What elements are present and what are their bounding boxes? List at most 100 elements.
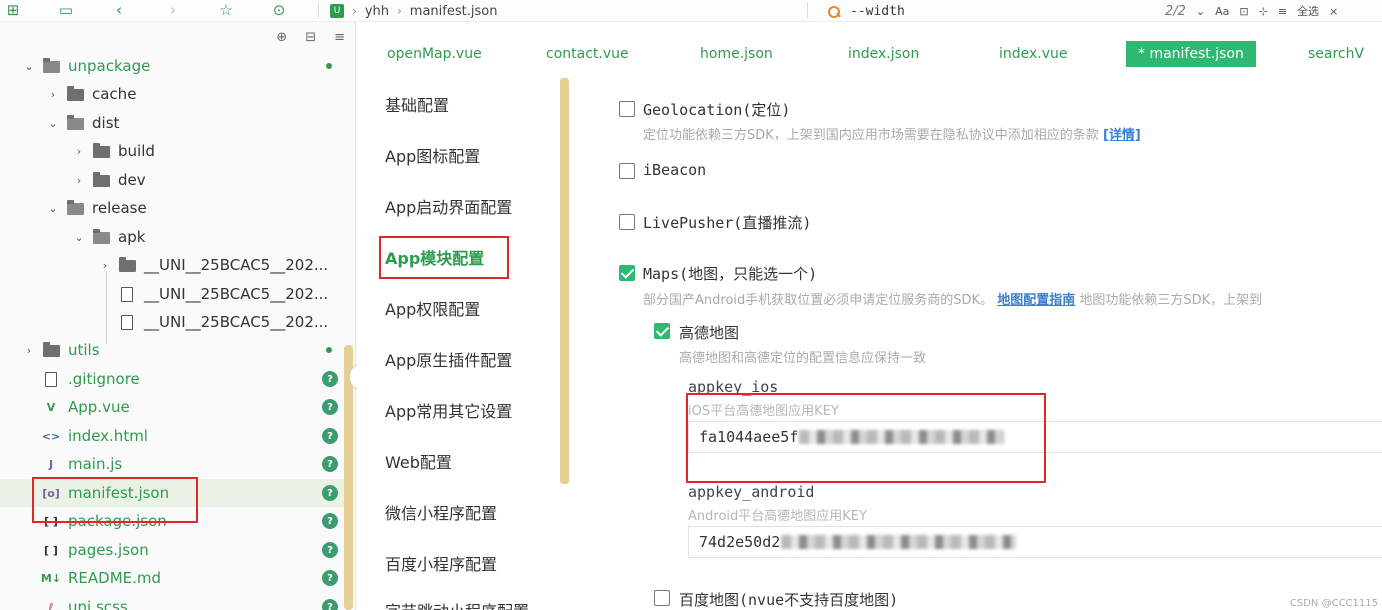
save-icon[interactable]: ▭ <box>55 0 77 20</box>
tree-file-gitignore[interactable]: .gitignore ? <box>0 365 350 393</box>
tree-file-uni-scss[interactable]: ℓ uni.scss ? <box>0 593 350 610</box>
locate-icon[interactable]: ⊕ <box>276 30 287 45</box>
breadcrumb: U › yhh › manifest.json <box>330 2 497 20</box>
tree-folder-release[interactable]: ⌄ release <box>0 194 350 222</box>
tree-file-readme[interactable]: M↓ README.md ? <box>0 564 350 592</box>
geolocation-desc-text: 定位功能依赖三方SDK，上架到国内应用市场需要在隐私协议中添加相应的条款 <box>643 128 1099 143</box>
chevron-down-icon[interactable]: ⌄ <box>22 60 36 73</box>
tab-searchv[interactable]: searchV <box>1308 41 1364 67</box>
tree-file-pages-json[interactable]: [ ] pages.json ? <box>0 536 350 564</box>
nav-toutiao-mp-config[interactable]: 字节跳动小程序配置 <box>385 595 529 610</box>
regex-icon[interactable]: ⊡ <box>1239 5 1248 18</box>
run-icon[interactable]: ⊙ <box>268 0 290 20</box>
chevron-down-icon[interactable]: ⌄ <box>46 117 60 130</box>
livepusher-checkbox[interactable] <box>619 214 635 230</box>
select-all-button[interactable]: 全选 <box>1297 3 1319 19</box>
chevron-down-icon[interactable]: ⌄ <box>46 202 60 215</box>
star-icon[interactable]: ☆ <box>215 0 237 20</box>
tree-folder-dist[interactable]: ⌄ dist <box>0 109 350 137</box>
tree-label: README.md <box>68 569 162 587</box>
folder-open-icon <box>92 229 110 244</box>
modified-dot <box>326 63 332 69</box>
chevron-down-icon[interactable]: ⌄ <box>1196 5 1205 18</box>
tree-label: index.html <box>68 427 148 445</box>
maps-guide-link[interactable]: 地图配置指南 <box>997 293 1075 308</box>
tree-label: __UNI__25BCAC5__202... <box>144 313 329 331</box>
chevron-down-icon[interactable]: ⌄ <box>72 231 86 244</box>
match-case-button[interactable]: Aa <box>1215 5 1229 18</box>
close-find-icon[interactable]: × <box>1329 5 1338 18</box>
tree-label: dev <box>118 171 146 189</box>
geolocation-checkbox[interactable] <box>619 101 635 117</box>
untracked-badge: ? <box>322 485 338 501</box>
amap-title: 高德地图 <box>679 324 740 342</box>
list-icon[interactable]: ≡ <box>1278 5 1287 18</box>
tab-manifest-json[interactable]: * manifest.json <box>1126 41 1256 67</box>
nav-app-other-settings[interactable]: App常用其它设置 <box>385 395 512 425</box>
back-icon[interactable]: ‹ <box>108 0 130 20</box>
search-input[interactable] <box>850 3 1090 19</box>
folder-icon <box>66 86 84 101</box>
chevron-right-icon[interactable]: › <box>46 88 60 101</box>
forward-icon[interactable]: › <box>162 0 184 20</box>
amap-checkbox[interactable] <box>654 323 670 339</box>
folder-open-icon <box>42 58 60 73</box>
nav-app-permission-config[interactable]: App权限配置 <box>385 293 480 323</box>
chevron-right-icon: › <box>396 4 402 18</box>
ibeacon-checkbox[interactable] <box>619 163 635 179</box>
file-icon <box>118 286 136 302</box>
tree-folder-unpackage[interactable]: ⌄ unpackage <box>0 52 350 80</box>
geolocation-desc: 定位功能依赖三方SDK，上架到国内应用市场需要在隐私协议中添加相应的条款 [详情… <box>643 124 1141 143</box>
tree-file-main-js[interactable]: J main.js ? <box>0 450 350 478</box>
untracked-badge: ? <box>322 371 338 387</box>
geolocation-details-link[interactable]: [详情] <box>1103 128 1141 143</box>
chevron-right-icon[interactable]: › <box>22 344 36 357</box>
tree-file-index-html[interactable]: <> index.html ? <box>0 422 350 450</box>
whole-word-icon[interactable]: ⊹ <box>1259 5 1268 18</box>
tree-folder-cache[interactable]: › cache <box>0 80 350 108</box>
tree-folder-build[interactable]: › build <box>0 137 350 165</box>
baidu-map-title: 百度地图(nvue不支持百度地图) <box>679 591 899 609</box>
menu-icon[interactable]: ≡ <box>334 30 345 45</box>
maps-checkbox[interactable] <box>619 265 635 281</box>
tab-index-vue[interactable]: index.vue <box>999 41 1068 67</box>
tree-file-uni-apk[interactable]: __UNI__25BCAC5__202... <box>0 280 350 308</box>
nav-basic-config[interactable]: 基础配置 <box>385 89 449 119</box>
chevron-right-icon[interactable]: › <box>98 259 112 272</box>
tree-folder-uni-build[interactable]: › __UNI__25BCAC5__202... <box>0 251 350 279</box>
nav-baidu-mp-config[interactable]: 百度小程序配置 <box>385 548 497 578</box>
breadcrumb-project[interactable]: yhh <box>365 4 389 19</box>
tree-folder-dev[interactable]: › dev <box>0 166 350 194</box>
tab-index-json[interactable]: index.json <box>848 41 919 67</box>
tab-home-json[interactable]: home.json <box>700 41 773 67</box>
tree-label: apk <box>118 228 146 246</box>
new-file-icon[interactable]: ⊞ <box>2 0 24 20</box>
markdown-file-icon: M↓ <box>40 571 62 585</box>
tree-file-uni-apk[interactable]: __UNI__25BCAC5__202... <box>0 308 350 336</box>
tree-folder-utils[interactable]: › utils <box>0 336 350 364</box>
tree-label: utils <box>68 341 100 359</box>
appkey-android-input[interactable]: 74d2e50d2 <box>688 526 1382 558</box>
settings-nav-scrollbar[interactable] <box>560 78 569 484</box>
untracked-badge: ? <box>322 542 338 558</box>
tree-folder-apk[interactable]: ⌄ apk <box>0 223 350 251</box>
folder-icon <box>118 257 136 272</box>
scss-file-icon: ℓ <box>48 600 54 610</box>
nav-app-splash-config[interactable]: App启动界面配置 <box>385 191 512 221</box>
nav-app-icon-config[interactable]: App图标配置 <box>385 140 480 170</box>
baidu-map-checkbox[interactable] <box>654 590 670 606</box>
tab-openmap-vue[interactable]: openMap.vue <box>387 41 482 67</box>
nav-app-native-plugin-config[interactable]: App原生插件配置 <box>385 344 512 374</box>
tree-file-app-vue[interactable]: V App.vue ? <box>0 393 350 421</box>
vue-file-icon: V <box>46 400 56 414</box>
breadcrumb-file[interactable]: manifest.json <box>410 4 498 19</box>
tab-contact-vue[interactable]: contact.vue <box>546 41 629 67</box>
nav-weixin-mp-config[interactable]: 微信小程序配置 <box>385 497 497 527</box>
nav-web-config[interactable]: Web配置 <box>385 446 452 476</box>
collapse-all-icon[interactable]: ⊟ <box>305 30 316 45</box>
chevron-right-icon[interactable]: › <box>72 174 86 187</box>
chevron-right-icon[interactable]: › <box>72 145 86 158</box>
toolbar-divider <box>807 2 808 18</box>
tree-label: build <box>118 142 155 160</box>
appkey-android-hint: Android平台高德地图应用KEY <box>688 509 867 524</box>
